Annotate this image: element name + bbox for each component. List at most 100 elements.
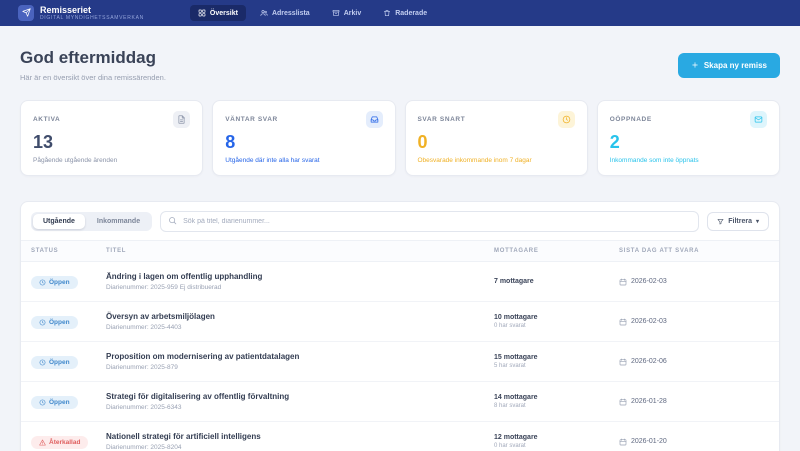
deadline-date: 2026-02-03 [631, 318, 667, 325]
calendar-icon [619, 318, 627, 326]
status-badge: Öppen [31, 356, 78, 369]
recipients-count: 10 mottagare [494, 314, 619, 321]
deadline-date: 2026-02-03 [631, 278, 667, 285]
table-row[interactable]: Öppen Översyn av arbetsmiljölagen Diarie… [21, 302, 779, 342]
deadline-date: 2026-01-20 [631, 438, 667, 445]
remiss-title: Strategi för digitalisering av offentlig… [106, 392, 494, 401]
stat-icon-wrap [558, 111, 575, 128]
status-badge: Återkallad [31, 436, 88, 449]
nav-item[interactable]: Raderade [375, 5, 435, 21]
remiss-diarienummer: Diarienummer: 2025-959 Ej distribuerad [106, 284, 494, 291]
main-content: God eftermiddag Här är en översikt över … [0, 26, 800, 451]
column-titel: TITEL [106, 248, 494, 254]
table-row[interactable]: Öppen Ändring i lagen om offentlig uppha… [21, 262, 779, 302]
page-title: God eftermiddag [20, 48, 166, 68]
recipients-responded: 8 har svarat [494, 403, 619, 409]
table-toolbar: Utgående Inkommande Filtrera ▾ [21, 202, 779, 240]
stat-icon-wrap [173, 111, 190, 128]
status-badge: Öppen [31, 396, 78, 409]
stat-description: Utgående där inte alla har svarat [225, 157, 382, 164]
stat-description: Pågående utgående ärenden [33, 157, 190, 164]
clock-icon [39, 319, 46, 326]
remiss-title: Nationell strategi för artificiell intel… [106, 432, 494, 441]
page-header: God eftermiddag Här är en översikt över … [20, 48, 780, 82]
stats-grid: AKTIVA 13 Pågående utgående ärenden [20, 100, 780, 176]
nav-item-icon-wrap [383, 9, 391, 17]
status-badge: Öppen [31, 316, 78, 329]
recipients-count: 15 mottagare [494, 354, 619, 361]
filter-button[interactable]: Filtrera ▾ [707, 212, 769, 231]
remiss-title: Översyn av arbetsmiljölagen [106, 312, 494, 321]
nav-item-icon-wrap [260, 9, 268, 17]
stat-icon-wrap [750, 111, 767, 128]
calendar-icon [619, 398, 627, 406]
nav-item-icon-wrap [332, 9, 340, 17]
recipients-responded: 5 har svarat [494, 363, 619, 369]
segment-utgaende[interactable]: Utgående [33, 214, 85, 229]
remiss-diarienummer: Diarienummer: 2025-879 [106, 364, 494, 371]
nav-item-label: Raderade [395, 10, 427, 17]
funnel-icon [717, 218, 724, 225]
status-label: Öppen [49, 319, 70, 326]
paper-plane-icon [22, 8, 31, 17]
inbox-icon [370, 115, 379, 124]
column-status: STATUS [31, 248, 106, 254]
nav-item[interactable]: Adresslista [252, 5, 318, 21]
nav-item-label: Adresslista [272, 10, 310, 17]
trash-icon [383, 9, 391, 17]
stat-value: 8 [225, 133, 382, 151]
nav-item-label: Arkiv [344, 10, 362, 17]
stat-label: OÖPPNADE [610, 111, 652, 123]
recipients-responded: 0 har svarat [494, 323, 619, 329]
status-badge: Öppen [31, 276, 78, 289]
plus-icon [691, 61, 699, 69]
page-subtitle: Här är en översikt över dina remissärend… [20, 73, 166, 82]
create-remiss-button[interactable]: Skapa ny remiss [678, 53, 780, 78]
calendar-icon [619, 358, 627, 366]
stat-card: OÖPPNADE 2 Inkommande som inte öppnats [597, 100, 780, 176]
stat-card: AKTIVA 13 Pågående utgående ärenden [20, 100, 203, 176]
deadline-date: 2026-02-06 [631, 358, 667, 365]
recipients-responded: 0 har svarat [494, 443, 619, 449]
clock-icon [39, 279, 46, 286]
status-label: Öppen [49, 399, 70, 406]
remiss-title: Ändring i lagen om offentlig upphandling [106, 272, 494, 281]
table-body: Öppen Ändring i lagen om offentlig uppha… [21, 262, 779, 451]
remiss-diarienummer: Diarienummer: 2025-6343 [106, 404, 494, 411]
people-icon [260, 9, 268, 17]
navbar: Remisseriet DIGITAL MYNDIGHETSSAMVERKAN … [0, 0, 800, 26]
recipients-count: 12 mottagare [494, 434, 619, 441]
remiss-diarienummer: Diarienummer: 2025-4403 [106, 324, 494, 331]
deadline-date: 2026-01-28 [631, 398, 667, 405]
remiss-title: Proposition om modernisering av patientd… [106, 352, 494, 361]
stat-label: VÄNTAR SVAR [225, 111, 278, 123]
stat-value: 13 [33, 133, 190, 151]
brand-name: Remisseriet [40, 5, 144, 16]
nav-item-icon-wrap [198, 9, 206, 17]
segment-inkommande[interactable]: Inkommande [87, 214, 150, 229]
nav-item[interactable]: Översikt [190, 5, 246, 21]
brand-subtitle: DIGITAL MYNDIGHETSSAMVERKAN [40, 15, 144, 21]
remiss-table-panel: Utgående Inkommande Filtrera ▾ STATUS TI… [20, 201, 780, 451]
status-label: Öppen [49, 359, 70, 366]
search-box [160, 210, 699, 232]
calendar-icon [619, 278, 627, 286]
table-row[interactable]: Öppen Strategi för digitalisering av off… [21, 382, 779, 422]
direction-segmented-control: Utgående Inkommande [31, 212, 152, 231]
recipients-count: 14 mottagare [494, 394, 619, 401]
stat-description: Inkommande som inte öppnats [610, 157, 767, 164]
stat-label: SVAR SNART [418, 111, 466, 123]
stat-value: 2 [610, 133, 767, 151]
stat-card: SVAR SNART 0 Obesvarade inkommande inom … [405, 100, 588, 176]
search-input[interactable] [160, 211, 699, 232]
calendar-icon [619, 438, 627, 446]
brand: Remisseriet DIGITAL MYNDIGHETSSAMVERKAN [18, 5, 144, 22]
warning-icon [39, 439, 46, 446]
chevron-down-icon: ▾ [756, 218, 759, 225]
column-mottagare: MOTTAGARE [494, 248, 619, 254]
table-row[interactable]: Öppen Proposition om modernisering av pa… [21, 342, 779, 382]
table-row[interactable]: Återkallad Nationell strategi för artifi… [21, 422, 779, 451]
stat-icon-wrap [366, 111, 383, 128]
clock-icon [39, 359, 46, 366]
nav-item[interactable]: Arkiv [324, 5, 370, 21]
